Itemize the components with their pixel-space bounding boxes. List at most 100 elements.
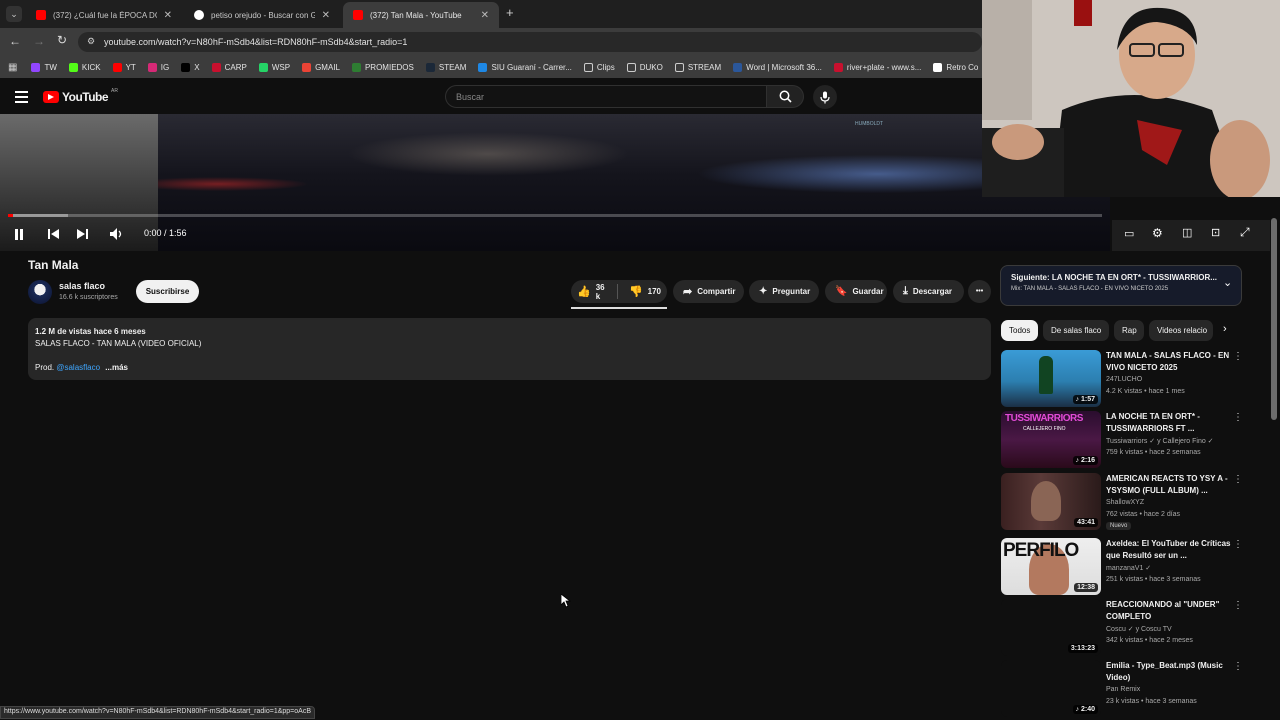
previous-button[interactable]: [45, 226, 61, 242]
bookmark-item[interactable]: STEAM: [425, 62, 466, 72]
chip-todos[interactable]: Todos: [1001, 320, 1038, 341]
description-meta: 1.2 M de vistas hace 6 meses: [35, 327, 146, 336]
bookmark-label: CARP: [224, 62, 247, 72]
new-tab-button[interactable]: +: [506, 5, 514, 20]
download-label: Descargar: [912, 287, 953, 296]
bookmark-item[interactable]: IG: [147, 62, 169, 72]
player-right-controls: ▭ ⚙ ◫ ⊡ ⤢: [1112, 220, 1270, 251]
chip-videos-relacionados[interactable]: Videos relacio: [1149, 320, 1213, 341]
tab-tan-mala[interactable]: (372) Tan Mala - YouTube ✕: [343, 2, 499, 28]
subscribe-button[interactable]: Suscribirse: [136, 280, 199, 303]
bookmark-item[interactable]: STREAM: [674, 62, 721, 72]
bookmark-item[interactable]: TW: [31, 62, 57, 72]
back-icon[interactable]: ←: [9, 34, 21, 48]
save-button[interactable]: 🔖 Guardar: [825, 280, 887, 303]
bookmark-item[interactable]: SIU Guaraní - Carrer...: [478, 62, 572, 72]
channel-mention-link[interactable]: @salasflaco: [56, 363, 100, 372]
site-info-icon[interactable]: ⚙: [87, 36, 95, 47]
bookmark-label: KICK: [81, 62, 101, 72]
bookmark-label: YT: [125, 62, 136, 72]
next-button[interactable]: [74, 226, 90, 242]
tab-epoca-dorada[interactable]: (372) ¿Cuál fue la ÉPOCA DORADA ✕: [26, 2, 182, 28]
bookmark-label: GMAIL: [315, 62, 340, 72]
bookmark-item[interactable]: Word | Microsoft 36...: [733, 62, 822, 72]
recommendation-channel: Tussiwarriors ✓ y Callejero Fino ✓: [1106, 438, 1214, 445]
bookmark-item[interactable]: YT: [112, 62, 136, 72]
description-box[interactable]: 1.2 M de vistas hace 6 meses SALAS FLACO…: [28, 318, 991, 380]
bookmark-item[interactable]: Clips: [583, 62, 615, 72]
recommendation-item[interactable]: TUSSIWARRIORS CALLEJERO FINO ♪ 2:16 LA N…: [1001, 411, 1246, 469]
tab-search-chevron-icon[interactable]: ⌄: [6, 6, 22, 22]
reload-icon[interactable]: ↻: [57, 33, 67, 47]
up-next-subtitle: Mix: TAN MALA - SALAS FLACO - EN VIVO NI…: [1011, 286, 1169, 292]
tab-google-search[interactable]: petiso orejudo - Buscar con Google ✕: [184, 2, 340, 28]
folder-icon: [583, 62, 593, 72]
vertical-dots-icon[interactable]: ⋮: [1233, 600, 1243, 611]
recommendation-title: LA NOCHE TA EN ORT* - TUSSIWARRIORS FT .…: [1106, 412, 1200, 433]
bookmark-item[interactable]: river+plate - www.s...: [833, 62, 921, 72]
like-count: 36 k: [595, 282, 605, 301]
chip-de-salas-flaco[interactable]: De salas flaco: [1043, 320, 1109, 341]
microphone-icon: [820, 91, 830, 103]
voice-search-button[interactable]: [813, 85, 837, 109]
bookmark-item[interactable]: Retro Co: [933, 62, 978, 72]
apps-icon[interactable]: ▦: [8, 62, 17, 73]
more-icon: •••: [975, 288, 984, 295]
bookmark-item[interactable]: X: [181, 62, 200, 72]
thumbnail-text: TUSSIWARRIORS: [1005, 413, 1083, 424]
vertical-dots-icon[interactable]: ⋮: [1233, 539, 1243, 550]
show-more-link[interactable]: ...más: [105, 363, 128, 372]
share-button[interactable]: ➦ Compartir: [673, 280, 744, 303]
chevron-down-icon[interactable]: ⌄: [1223, 276, 1232, 289]
volume-button[interactable]: [109, 226, 125, 242]
tab-title: petiso orejudo - Buscar con Google: [211, 10, 315, 20]
subtitles-icon[interactable]: ▭: [1124, 227, 1134, 240]
duration: ♪ 2:16: [1072, 456, 1098, 465]
vertical-dots-icon[interactable]: ⋮: [1233, 474, 1243, 485]
bookmark-item[interactable]: PROMIEDOS: [351, 62, 414, 72]
bookmark-item[interactable]: WSP: [258, 62, 290, 72]
address-bar[interactable]: ⚙ youtube.com/watch?v=N80hF-mSdb4&list=R…: [78, 32, 982, 52]
vertical-dots-icon[interactable]: ⋮: [1233, 351, 1243, 362]
recommendation-item[interactable]: ♪ 2:40 Emilia - Type_Beat.mp3 (Music Vid…: [1001, 660, 1246, 718]
more-actions-button[interactable]: •••: [968, 280, 991, 303]
fullscreen-icon[interactable]: ⤢: [1240, 225, 1250, 240]
dislike-button[interactable]: 👎 170: [623, 285, 667, 298]
recommendation-item[interactable]: PERFILO 12:38 Axeldea: El YouTuber de Cr…: [1001, 538, 1246, 596]
cast-icon[interactable]: ⊡: [1211, 226, 1220, 239]
recommendation-title: Emilia - Type_Beat.mp3 (Music Video): [1106, 661, 1223, 682]
chip-rap[interactable]: Rap: [1114, 320, 1144, 341]
youtube-logo[interactable]: YouTube AR: [43, 88, 118, 104]
bookmark-item[interactable]: KICK: [68, 62, 101, 72]
close-icon[interactable]: ✕: [164, 10, 172, 21]
settings-gear-icon[interactable]: ⚙: [1152, 226, 1163, 240]
bookmark-item[interactable]: GMAIL: [302, 62, 340, 72]
page-scrollbar[interactable]: [1271, 218, 1277, 420]
recommendation-meta: 342 k vistas • hace 2 meses: [1106, 637, 1193, 644]
close-icon[interactable]: ✕: [322, 10, 330, 21]
channel-name[interactable]: salas flaco: [59, 281, 105, 291]
ask-button[interactable]: ✦ Preguntar: [749, 280, 819, 303]
miniplayer-icon[interactable]: ◫: [1182, 226, 1192, 239]
playlist-next-panel[interactable]: Siguiente: LA NOCHE TA EN ORT* - TUSSIWA…: [1000, 265, 1242, 306]
vertical-dots-icon[interactable]: ⋮: [1233, 661, 1243, 672]
search-button[interactable]: [766, 85, 804, 108]
recommendation-item[interactable]: 3:13:23 REACCIONANDO al "UNDER" COMPLETO…: [1001, 599, 1246, 657]
folder-icon: [674, 62, 684, 72]
bookmark-item[interactable]: CARP: [211, 62, 247, 72]
close-icon[interactable]: ✕: [481, 10, 489, 21]
search-input[interactable]: Buscar: [445, 85, 767, 108]
bookmark-item[interactable]: DUKO: [626, 62, 663, 72]
channel-avatar[interactable]: [28, 280, 52, 304]
bookmark-favicon-icon: [302, 62, 312, 72]
like-button[interactable]: 👍 36 k: [571, 282, 618, 301]
download-button[interactable]: ⤓ Descargar: [893, 280, 964, 303]
pause-button[interactable]: [11, 226, 27, 242]
chevron-right-icon[interactable]: ›: [1223, 323, 1227, 335]
progress-bar[interactable]: [8, 214, 1102, 217]
menu-icon[interactable]: [15, 91, 28, 103]
recommendation-item[interactable]: ♪ 1:57 TAN MALA - SALAS FLACO - EN VIVO …: [1001, 350, 1246, 408]
recommendation-item[interactable]: 43:41 AMERICAN REACTS TO YSY A - YSYSMO …: [1001, 473, 1246, 531]
vertical-dots-icon[interactable]: ⋮: [1233, 412, 1243, 423]
forward-icon[interactable]: →: [33, 34, 45, 48]
